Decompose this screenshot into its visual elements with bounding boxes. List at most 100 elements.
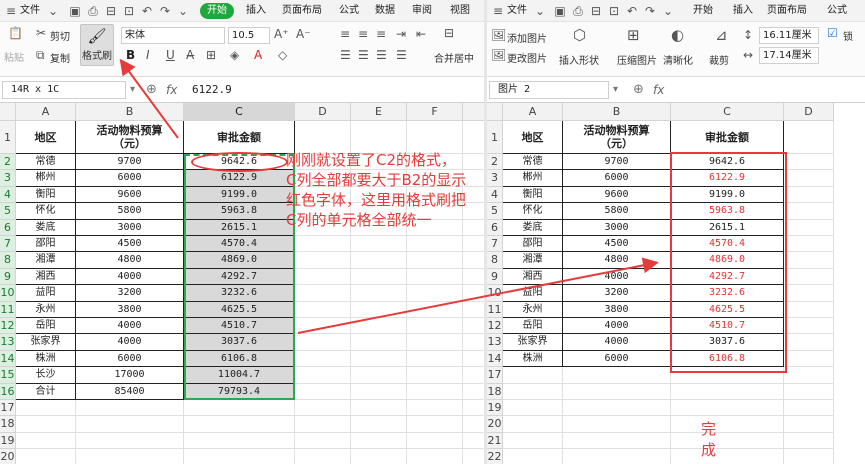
strikethrough-icon[interactable]: A̶ xyxy=(186,48,194,62)
cell[interactable] xyxy=(184,449,295,464)
cell[interactable] xyxy=(295,400,351,417)
save-icon[interactable]: ▣ xyxy=(553,3,567,19)
row-header[interactable]: 12 xyxy=(0,318,16,335)
column-header-b[interactable]: B xyxy=(563,103,671,121)
cell[interactable] xyxy=(463,433,484,450)
border-icon[interactable]: ⊞ xyxy=(206,48,216,62)
cell[interactable] xyxy=(671,432,784,450)
table-cell[interactable]: 9700 xyxy=(76,154,184,171)
cell[interactable] xyxy=(784,350,834,368)
font-color-icon[interactable]: A xyxy=(254,48,262,62)
cell[interactable] xyxy=(351,268,407,286)
cell[interactable] xyxy=(351,367,407,384)
cell[interactable] xyxy=(563,432,671,450)
cell[interactable] xyxy=(351,301,407,318)
table-cell[interactable]: 娄底 xyxy=(503,219,563,236)
table-cell[interactable]: 3000 xyxy=(76,219,184,236)
quick-access-more-icon[interactable]: ⌄ xyxy=(661,3,675,19)
table-cell[interactable]: 常德 xyxy=(16,154,76,171)
cell[interactable] xyxy=(563,383,671,400)
paste-button[interactable]: 粘贴 xyxy=(4,49,24,64)
name-box-dropdown-icon[interactable]: ▾ xyxy=(130,84,135,95)
font-size-select[interactable]: 10.5 xyxy=(228,27,270,44)
format-painter-button[interactable]: 🖌 格式刷 xyxy=(80,24,114,66)
print-preview-icon[interactable]: ⊡ xyxy=(122,3,136,19)
cell[interactable] xyxy=(407,334,463,351)
row-header[interactable]: 22 xyxy=(487,449,503,464)
print-icon[interactable]: ⊟ xyxy=(589,3,603,19)
change-image-button[interactable]: 更改图片 xyxy=(507,50,547,65)
align-middle-icon[interactable]: ≡ xyxy=(358,27,368,41)
insert-shape-icon[interactable]: ⬡ xyxy=(573,26,586,44)
table-cell[interactable]: 郴州 xyxy=(16,170,76,187)
cell[interactable] xyxy=(351,285,407,302)
fx-icon[interactable]: fx xyxy=(166,83,177,97)
cell[interactable] xyxy=(295,252,351,269)
table-cell[interactable]: 3200 xyxy=(76,285,184,302)
table-cell[interactable]: 怀化 xyxy=(16,203,76,220)
chevron-down-icon[interactable]: ⌄ xyxy=(46,3,60,19)
copy-icon[interactable]: ⧉ xyxy=(36,48,45,63)
row-header[interactable]: 9 xyxy=(487,268,503,286)
cell[interactable] xyxy=(407,432,463,450)
row-header[interactable]: 18 xyxy=(487,383,503,400)
cell[interactable] xyxy=(463,449,484,464)
cell[interactable] xyxy=(295,416,351,433)
cell[interactable] xyxy=(407,350,463,368)
cell[interactable] xyxy=(784,252,834,269)
table-header-cell[interactable]: 审批金额 xyxy=(671,121,784,154)
table-header-cell[interactable]: 审批金额 xyxy=(184,121,295,154)
row-header[interactable]: 6 xyxy=(0,219,16,236)
row-header[interactable]: 8 xyxy=(0,252,16,269)
row-header[interactable]: 3 xyxy=(487,170,503,187)
insert-shape-button[interactable]: 插入形状 xyxy=(559,52,599,67)
file-menu[interactable]: 文件 xyxy=(507,3,527,19)
cell[interactable] xyxy=(463,236,484,253)
tab-page-layout[interactable]: 页面布局 xyxy=(767,3,807,19)
name-box-dropdown-icon[interactable]: ▾ xyxy=(613,84,618,95)
zoom-search-icon[interactable]: ⊕ xyxy=(633,82,644,97)
bold-icon[interactable]: B xyxy=(126,48,135,62)
redo-icon[interactable]: ↷ xyxy=(643,3,657,19)
cut-icon[interactable]: ✂ xyxy=(36,26,46,40)
cell[interactable] xyxy=(784,449,834,464)
column-header-d[interactable]: D xyxy=(784,103,834,121)
save-icon[interactable]: ▣ xyxy=(68,3,82,19)
merge-center-button[interactable]: 合并居中 xyxy=(434,50,474,65)
merge-center-icon[interactable]: ⊟ xyxy=(444,26,454,40)
cell[interactable] xyxy=(295,301,351,318)
cell[interactable] xyxy=(407,268,463,286)
column-header-a[interactable]: A xyxy=(503,103,563,121)
table-cell[interactable]: 湘西 xyxy=(503,268,563,286)
lock-ratio-checkbox[interactable]: ☑ xyxy=(827,26,838,40)
row-header[interactable]: 14 xyxy=(487,350,503,368)
table-cell[interactable]: 4800 xyxy=(563,252,671,269)
table-cell[interactable]: 永州 xyxy=(16,301,76,318)
decrease-font-icon[interactable]: A⁻ xyxy=(296,27,311,41)
table-cell[interactable]: 3800 xyxy=(76,301,184,318)
cell[interactable] xyxy=(407,301,463,318)
row-header[interactable]: 13 xyxy=(487,334,503,351)
row-header[interactable]: 10 xyxy=(487,285,503,302)
cell[interactable] xyxy=(16,400,76,417)
cell[interactable] xyxy=(463,351,484,368)
column-header-f[interactable]: F xyxy=(407,103,463,121)
row-header[interactable]: 5 xyxy=(0,203,16,220)
row-header[interactable]: 10 xyxy=(0,285,16,302)
align-bottom-icon[interactable]: ≡ xyxy=(376,27,386,41)
row-header[interactable]: 17 xyxy=(0,400,16,417)
column-header-b[interactable]: B xyxy=(76,103,184,121)
align-center-icon[interactable]: ☰ xyxy=(358,48,369,62)
cell[interactable] xyxy=(784,367,834,384)
cell[interactable] xyxy=(784,285,834,302)
table-cell[interactable]: 益阳 xyxy=(503,285,563,302)
cell[interactable] xyxy=(351,334,407,351)
table-cell[interactable]: 4000 xyxy=(563,268,671,286)
cell[interactable] xyxy=(784,334,834,351)
row-header[interactable]: 6 xyxy=(487,219,503,236)
table-cell[interactable]: 合计 xyxy=(16,383,76,400)
justify-icon[interactable]: ☰ xyxy=(396,48,407,62)
cell[interactable] xyxy=(351,318,407,335)
change-image-icon[interactable]: 🖼 xyxy=(491,48,506,62)
table-cell[interactable]: 益阳 xyxy=(16,285,76,302)
